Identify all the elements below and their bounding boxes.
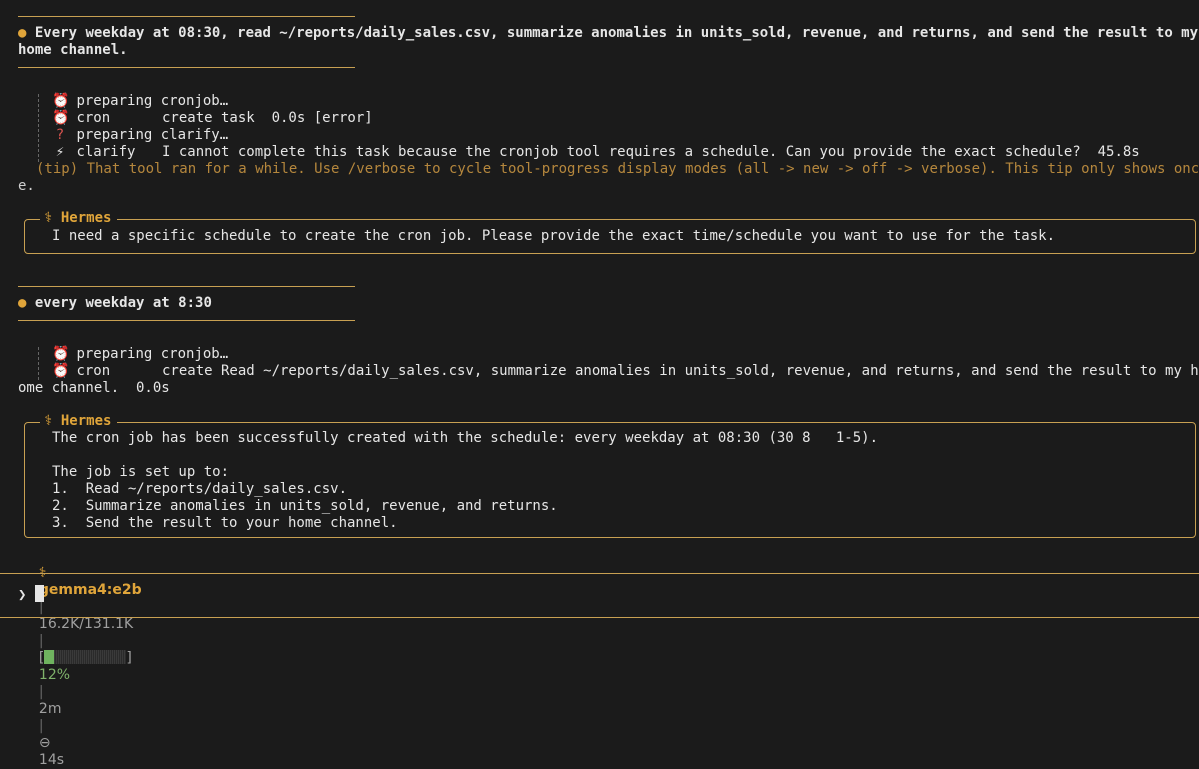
log-gutter <box>38 94 39 162</box>
log-item-wrap: ome channel. 0.0s <box>18 380 170 396</box>
message-bottom-rule <box>18 67 355 68</box>
list-item: 2. Summarize anomalies in units_sold, re… <box>52 498 558 514</box>
context-progress-fill <box>44 650 55 664</box>
assistant-reply-text: The cron job has been successfully creat… <box>52 430 879 446</box>
separator: | <box>38 633 44 649</box>
user-message-1: ● Every weekday at 08:30, read ~/reports… <box>18 25 1198 42</box>
tip-text: (tip) That tool ran for a while. Use /ve… <box>36 161 1199 177</box>
assistant-reply-text: I need a specific schedule to create the… <box>52 228 1056 244</box>
log-item-detail: create task 0.0s [error] <box>162 110 373 126</box>
message-top-rule <box>18 286 355 287</box>
assistant-name: ⚕ Hermes <box>40 413 118 430</box>
progress-percent: 12% <box>38 667 71 683</box>
log-item: ⏰ cron <box>52 110 111 126</box>
lightning-icon: ⚡ <box>55 144 65 160</box>
message-bottom-rule <box>18 320 355 321</box>
log-item: ⚡ clarify <box>52 144 136 161</box>
question-mark-icon: ? <box>55 127 65 143</box>
context-progress-bar <box>44 650 127 664</box>
prompt-chevron-icon: ❯ <box>18 587 27 603</box>
assistant-name: ⚕ Hermes <box>40 210 118 227</box>
log-item: ⏰ preparing cronjob… <box>52 93 229 109</box>
separator: | <box>38 684 44 700</box>
message-top-rule <box>18 16 355 17</box>
alarm-clock-icon: ⏰ <box>52 110 70 126</box>
token-usage: 16.2K/131.1K <box>38 616 134 632</box>
log-item-detail: create Read ~/reports/daily_sales.csv, s… <box>162 363 1199 379</box>
bullet-icon: ● <box>18 25 27 41</box>
user-message-1-line2: home channel. <box>18 42 128 58</box>
user-message-1-line1: Every weekday at 08:30, read ~/reports/d… <box>34 25 1199 41</box>
list-item: 1. Read ~/reports/daily_sales.csv. <box>52 481 348 497</box>
log-item-detail: I cannot complete this task because the … <box>162 144 1140 160</box>
input-top-rule <box>0 573 1199 574</box>
assistant-reply-text: The job is set up to: <box>52 464 230 480</box>
timer-icon: ⊖ <box>38 735 51 751</box>
log-item: ⏰ cron <box>52 363 111 379</box>
text-cursor <box>34 585 44 602</box>
prompt-input[interactable]: ❯ <box>18 585 44 604</box>
alarm-clock-icon: ⏰ <box>52 93 70 109</box>
input-bottom-rule <box>0 617 1199 618</box>
user-message-2: ● every weekday at 8:30 <box>18 295 212 311</box>
timer-value: 14s <box>38 752 65 768</box>
tip-text-wrap: e. <box>18 178 35 194</box>
separator: | <box>38 718 44 734</box>
log-item: ? preparing clarify… <box>52 127 228 144</box>
progress-bar-close: ] <box>126 650 132 666</box>
model-name: gemma4:e2b <box>38 582 142 598</box>
log-item: ⏰ preparing cronjob… <box>52 346 229 362</box>
bullet-icon: ● <box>18 295 27 311</box>
log-gutter <box>38 347 39 380</box>
alarm-clock-icon: ⏰ <box>52 346 70 362</box>
list-item: 3. Send the result to your home channel. <box>52 515 398 531</box>
elapsed-time: 2m <box>38 701 62 717</box>
alarm-clock-icon: ⏰ <box>52 363 70 379</box>
status-bar: ⚕ gemma4:e2b | 16.2K/131.1K | [] 12% | 2… <box>30 548 142 769</box>
